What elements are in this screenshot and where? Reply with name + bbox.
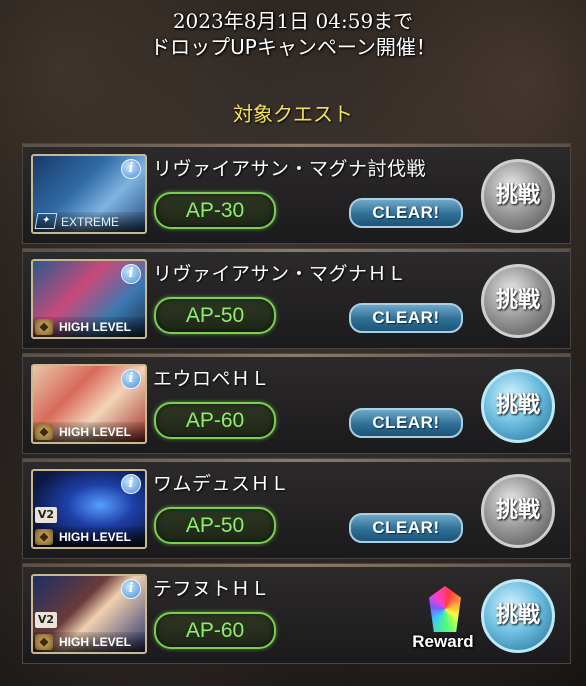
info-icon[interactable]: i — [121, 474, 141, 494]
clear-badge: CLEAR! — [349, 303, 463, 333]
ap-cost: AP-50 — [154, 507, 276, 544]
reward-indicator: Reward — [403, 582, 483, 658]
quest-name: テフヌトＨＬ — [153, 578, 271, 600]
info-icon[interactable]: i — [121, 159, 141, 179]
difficulty-label: ◆ HIGH LEVEL — [33, 422, 145, 442]
quest-row: i ◆ HIGH LEVEL エウロペＨＬ AP-60 CLEAR! 挑戦 — [22, 353, 571, 454]
quest-row: i ✦ EXTREME リヴァイアサン・マグナ討伐戦 AP-30 CLEAR! … — [22, 143, 571, 244]
difficulty-label: ◆ HIGH LEVEL — [33, 317, 145, 337]
extreme-icon: ✦ — [34, 213, 58, 229]
quest-name: リヴァイアサン・マグナＨＬ — [153, 263, 407, 285]
clear-badge: CLEAR! — [349, 198, 463, 228]
quest-name: ワムデュスＨＬ — [153, 473, 290, 495]
ap-cost: AP-30 — [154, 192, 276, 229]
info-icon[interactable]: i — [121, 369, 141, 389]
section-title: 対象クエスト — [233, 102, 353, 126]
clear-badge: CLEAR! — [349, 408, 463, 438]
quest-name: エウロペＨＬ — [153, 368, 271, 390]
quest-thumbnail[interactable]: i V2 ◆ HIGH LEVEL — [31, 469, 147, 549]
high-level-icon: ◆ — [35, 529, 53, 545]
campaign-banner: 2023年8月1日 04:59まで ドロップUPキャンペーン開催！ — [0, 8, 586, 60]
challenge-button[interactable]: 挑戦 — [481, 264, 555, 338]
version-badge: V2 — [35, 612, 57, 628]
high-level-icon: ◆ — [35, 319, 53, 335]
info-icon[interactable]: i — [121, 264, 141, 284]
ap-cost: AP-60 — [154, 402, 276, 439]
quest-name: リヴァイアサン・マグナ討伐戦 — [153, 158, 427, 180]
challenge-button[interactable]: 挑戦 — [481, 369, 555, 443]
quest-row: i ◆ HIGH LEVEL リヴァイアサン・マグナＨＬ AP-50 CLEAR… — [22, 248, 571, 349]
clear-badge: CLEAR! — [349, 513, 463, 543]
campaign-title: ドロップUPキャンペーン開催！ — [150, 35, 436, 59]
version-badge: V2 — [35, 507, 57, 523]
reward-label: Reward — [412, 632, 474, 651]
challenge-button[interactable]: 挑戦 — [481, 579, 555, 653]
high-level-icon: ◆ — [35, 634, 53, 650]
quest-list: i ✦ EXTREME リヴァイアサン・マグナ討伐戦 AP-30 CLEAR! … — [22, 143, 571, 668]
challenge-button[interactable]: 挑戦 — [481, 474, 555, 548]
quest-thumbnail[interactable]: i ✦ EXTREME — [31, 154, 147, 234]
high-level-icon: ◆ — [35, 424, 53, 440]
difficulty-label: ✦ EXTREME — [33, 212, 145, 232]
quest-thumbnail[interactable]: i ◆ HIGH LEVEL — [31, 364, 147, 444]
ap-cost: AP-50 — [154, 297, 276, 334]
difficulty-label: ◆ HIGH LEVEL — [33, 632, 145, 652]
info-icon[interactable]: i — [121, 579, 141, 599]
campaign-deadline: 2023年8月1日 04:59まで — [172, 9, 414, 33]
challenge-button[interactable]: 挑戦 — [481, 159, 555, 233]
ap-cost: AP-60 — [154, 612, 276, 649]
rainbow-gem-icon — [429, 586, 461, 632]
quest-thumbnail[interactable]: i V2 ◆ HIGH LEVEL — [31, 574, 147, 654]
quest-row: i V2 ◆ HIGH LEVEL テフヌトＨＬ AP-60 Reward 挑戦 — [22, 563, 571, 664]
difficulty-label: ◆ HIGH LEVEL — [33, 527, 145, 547]
quest-thumbnail[interactable]: i ◆ HIGH LEVEL — [31, 259, 147, 339]
quest-row: i V2 ◆ HIGH LEVEL ワムデュスＨＬ AP-50 CLEAR! 挑… — [22, 458, 571, 559]
